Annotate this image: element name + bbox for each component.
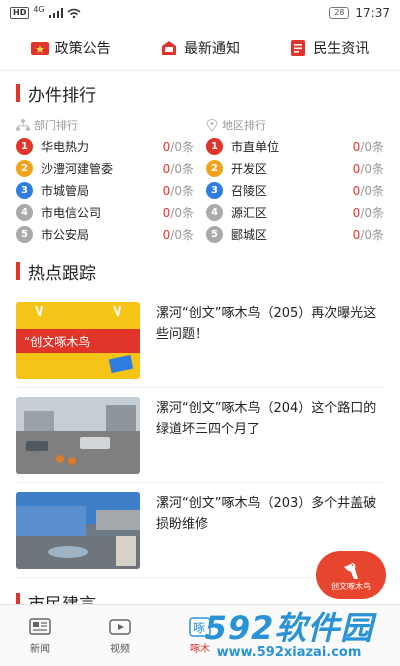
rank-count: 0/0条 [162,205,194,220]
quick-link-label: 最新通知 [183,41,240,57]
quick-link-policy[interactable]: 政策公告 [30,38,111,58]
news-thumbnail [16,396,140,474]
rank-count: 0/0条 [352,227,384,242]
rank-row[interactable]: 1 华电热力 0/0条 [16,135,194,157]
region-ranking: 地区排行 1 市直单位 0/0条 2 开发区 0/0条 3 召陵区 0/0条 4… [206,115,384,245]
nav-label: 新闻 [30,643,50,655]
rank-name: 市电信公司 [41,205,102,220]
news-title: 漯河“创文”啄木鸟（203）多个井盖破损盼维修 [156,496,377,532]
nav-label: 视频 [110,643,130,655]
rank-badge: 3 [206,181,223,199]
rank-count: 0/0条 [162,161,194,176]
news-icon [29,617,51,635]
video-icon [109,618,131,635]
rank-count: 0/0条 [352,183,384,198]
hot-section-title: 热点跟踪 [0,249,400,293]
quick-link-livelihood[interactable]: 民生资讯 [289,38,369,58]
rank-badge: 2 [16,159,33,177]
manhole-street-photo [16,491,140,569]
section-accent-bar [16,84,20,102]
rank-name: 召陵区 [231,183,268,198]
watermark-url: www.592xiazai.com [216,644,362,660]
ranking-section-title: 办件排行 [0,71,400,115]
hd-indicator: HD [10,7,30,19]
watermark-logo-text: 592软件园 [204,608,374,647]
section-accent-bar [16,262,20,280]
rank-count: 0/0条 [352,205,384,220]
battery-icon: 28 [329,7,350,19]
rank-badge: 4 [16,203,33,221]
status-bar: HD 4G 28 17:37 [0,0,400,26]
region-ranking-heading: 地区排行 [206,115,384,135]
rank-row[interactable]: 1 市直单位 0/0条 [206,135,384,157]
org-chart-icon [16,119,30,131]
clock: 17:37 [355,6,390,20]
rank-row[interactable]: 3 召陵区 0/0条 [206,179,384,201]
rank-badge: 2 [206,159,223,177]
news-thumbnail [16,491,140,569]
fab-label: 创文啄木鸟 [331,581,371,591]
notice-icon [161,41,176,55]
rank-name: 市直单位 [231,139,280,154]
department-ranking-heading: 部门排行 [16,115,194,135]
rank-count: 0/0条 [352,161,384,176]
news-item[interactable]: 漯河“创文”啄木鸟（204）这个路口的绿道坏三四个月了 [16,388,384,483]
rank-row[interactable]: 5 市公安局 0/0条 [16,223,194,245]
rank-row[interactable]: 2 沙澧河建管委 0/0条 [16,157,194,179]
hot-news-list: “创文啄木鸟 漯河“创文”啄木鸟（205）再次曝光这些问题！ 漯河“创文”啄木鸟… [0,293,400,578]
department-ranking: 部门排行 1 华电热力 0/0条 2 沙澧河建管委 0/0条 3 市城管局 0/… [16,115,194,245]
rank-badge: 3 [16,181,33,199]
rank-row[interactable]: 4 市电信公司 0/0条 [16,201,194,223]
rank-row[interactable]: 3 市城管局 0/0条 [16,179,194,201]
svg-text:“创文啄木鸟: “创文啄木鸟 [24,334,90,349]
nav-video[interactable]: 视频 [80,605,160,666]
section-title-text: 热点跟踪 [28,263,96,284]
woodpecker-icon [344,562,358,579]
rank-badge: 5 [206,225,223,243]
rank-count: 0/0条 [162,139,194,154]
ranking-lists: 部门排行 1 华电热力 0/0条 2 沙澧河建管委 0/0条 3 市城管局 0/… [0,115,400,245]
location-pin-icon [206,118,218,132]
site-watermark: 592软件园 www.592xiazai.com [184,600,394,662]
document-icon [291,40,306,56]
quick-link-notice[interactable]: 最新通知 [160,38,240,58]
rank-name: 沙澧河建管委 [41,161,114,176]
signal-icon [48,8,63,18]
news-item[interactable]: “创文啄木鸟 漯河“创文”啄木鸟（205）再次曝光这些问题！ [16,293,384,388]
rank-row[interactable]: 2 开发区 0/0条 [206,157,384,179]
rank-badge: 5 [16,225,33,243]
woodpecker-fab[interactable]: 创文啄木鸟 [316,551,386,599]
news-thumbnail: “创文啄木鸟 [16,301,140,379]
quick-link-label: 民生资讯 [313,41,370,57]
rank-badge: 1 [16,137,33,155]
news-title: 漯河“创文”啄木鸟（204）这个路口的绿道坏三四个月了 [156,401,377,437]
section-title-text: 办件排行 [28,85,96,106]
rank-name: 市城管局 [41,183,90,198]
network-type: 4G [33,4,45,14]
rank-name: 华电热力 [41,139,90,154]
quick-link-label: 政策公告 [54,41,111,57]
rank-count: 0/0条 [352,139,384,154]
rank-name: 源汇区 [231,205,268,220]
rank-count: 0/0条 [162,183,194,198]
rank-name: 开发区 [231,161,268,176]
rank-row[interactable]: 5 郾城区 0/0条 [206,223,384,245]
wifi-icon [67,8,81,18]
rank-name: 市公安局 [41,227,90,242]
rank-name: 郾城区 [231,227,268,242]
star-envelope-icon [30,42,49,55]
rank-badge: 4 [206,203,223,221]
rank-badge: 1 [206,137,223,155]
news-title: 漯河“创文”啄木鸟（205）再次曝光这些问题！ [156,306,377,342]
campaign-banner-image: “创文啄木鸟 [16,301,140,379]
road-intersection-photo [16,396,140,474]
rank-row[interactable]: 4 源汇区 0/0条 [206,201,384,223]
rank-count: 0/0条 [162,227,194,242]
quick-links: 政策公告 最新通知 民生资讯 [0,26,400,70]
nav-news[interactable]: 新闻 [0,605,80,666]
